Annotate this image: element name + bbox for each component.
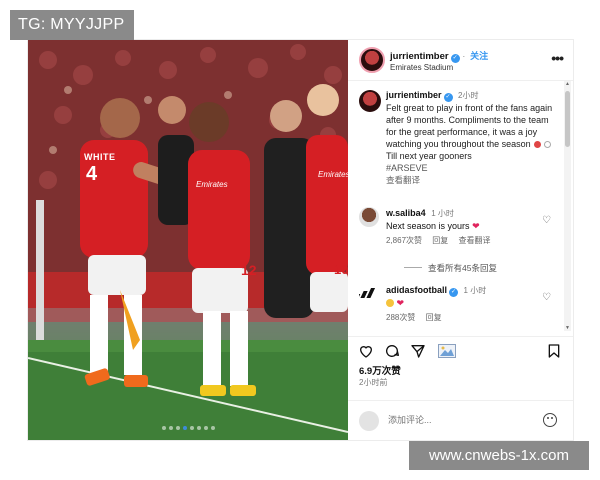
like-comment-heart-icon[interactable]: ♡ xyxy=(542,292,551,303)
carousel-dot[interactable] xyxy=(175,426,180,430)
heart-icon[interactable] xyxy=(358,343,374,359)
caption: jurrientimber ✓ 2小时 Felt great to play in… xyxy=(359,89,559,186)
adidas-logo-icon[interactable] xyxy=(359,286,377,298)
image-icon[interactable] xyxy=(438,344,456,358)
reply-button[interactable]: 回复 xyxy=(426,313,442,322)
red-heart-emoji-icon: ❤ xyxy=(472,221,480,231)
instagram-post-card: WHITE 4 Emirates 12 Emirates 10 jurrient… xyxy=(28,40,573,440)
jersey-number-mid: 12 xyxy=(241,262,257,278)
add-comment-bar xyxy=(348,400,573,441)
post-actions: 6.9万次赞 2小时前 xyxy=(348,336,573,397)
carousel-dot[interactable] xyxy=(189,426,194,430)
scroll-up-arrow-icon[interactable]: ▲ xyxy=(564,81,571,87)
carousel-dot[interactable] xyxy=(182,426,187,430)
post-header: jurrientimber ✓ · 关注 Emirates Stadium ••• xyxy=(348,40,573,81)
like-comment-heart-icon[interactable]: ♡ xyxy=(542,215,551,226)
sponsor-text: Emirates xyxy=(196,180,228,189)
jersey-name: WHITE xyxy=(84,152,116,162)
post-side-panel: jurrientimber ✓ · 关注 Emirates Stadium •••… xyxy=(348,40,573,440)
avatar[interactable] xyxy=(359,47,385,73)
verified-badge-icon: ✓ xyxy=(449,288,459,297)
red-heart-emoji-icon: ❤ xyxy=(396,298,405,308)
white-circle-emoji-icon xyxy=(543,141,551,148)
comment-username[interactable]: adidasfootball xyxy=(386,285,447,295)
header-username[interactable]: jurrientimber ✓ · 关注 xyxy=(390,49,488,63)
verified-badge-icon: ✓ xyxy=(443,93,453,102)
reply-button[interactable]: 回复 xyxy=(432,236,448,245)
bookmark-icon[interactable] xyxy=(546,343,562,359)
carousel-dots[interactable] xyxy=(28,426,348,430)
caption-text-line2: Till next year gooners xyxy=(386,151,472,161)
comments-scrollbar[interactable]: ▲ ▼ xyxy=(564,81,571,331)
watermark-top: TG: MYYJJPP xyxy=(10,10,134,40)
follow-button[interactable]: 关注 xyxy=(470,51,488,61)
comment-bubble-icon[interactable] xyxy=(384,343,400,359)
match-photo-illustration xyxy=(28,40,348,440)
comment-text: Next season is yours xyxy=(386,221,470,231)
view-all-replies-link[interactable]: 查看所有45条回复 xyxy=(404,262,554,274)
caption-time: 2小时 xyxy=(458,91,479,100)
comment-item: adidasfootball ✓ 1 小时 ❤ 288次赞 回复 ♡ xyxy=(359,284,559,324)
see-translation-link[interactable]: 查看翻译 xyxy=(459,236,491,245)
jersey-number-left: 4 xyxy=(86,163,98,185)
caption-text: Felt great to play in front of the fans … xyxy=(386,102,559,150)
see-translation-link[interactable]: 查看翻译 xyxy=(386,174,559,186)
likes-count[interactable]: 6.9万次赞 xyxy=(359,363,401,377)
caption-username[interactable]: jurrientimber xyxy=(386,90,442,100)
sponsor-text-right: Emirates xyxy=(318,170,348,179)
username-text[interactable]: jurrientimber xyxy=(390,51,449,62)
emoji-picker-icon[interactable] xyxy=(543,413,557,427)
carousel-dot[interactable] xyxy=(203,426,208,430)
watermark-bottom: www.cnwebs-1x.com xyxy=(409,441,589,470)
comment-time: 1 小时 xyxy=(463,286,487,295)
separator-dot: · xyxy=(462,51,466,62)
location-link[interactable]: Emirates Stadium xyxy=(390,63,453,72)
smiling-emoji-icon xyxy=(386,299,394,307)
avatar[interactable] xyxy=(359,207,379,227)
post-photo[interactable]: WHITE 4 Emirates 12 Emirates 10 xyxy=(28,40,348,440)
carousel-dot[interactable] xyxy=(196,426,201,430)
hashtag-link[interactable]: #ARSEVE xyxy=(386,162,559,174)
comment-username[interactable]: w.saliba4 xyxy=(386,208,426,218)
add-comment-input[interactable] xyxy=(388,415,528,425)
comment-time: 1 小时 xyxy=(431,209,454,218)
comment-likes[interactable]: 288次赞 xyxy=(386,313,415,322)
comments-list: jurrientimber ✓ 2小时 Felt great to play in… xyxy=(348,81,573,333)
scrollbar-thumb[interactable] xyxy=(565,91,570,147)
scroll-down-arrow-icon[interactable]: ▼ xyxy=(564,325,571,331)
avatar[interactable] xyxy=(359,90,381,112)
ellipsis-icon[interactable]: ••• xyxy=(551,50,564,66)
comment-item: w.saliba4 1 小时 Next season is yours ❤ 2,… xyxy=(359,207,559,247)
current-user-avatar xyxy=(359,411,379,431)
share-send-icon[interactable] xyxy=(410,343,426,359)
comment-meta: 2,867次赞 回复 查看翻译 xyxy=(386,235,559,247)
comment-meta: 288次赞 回复 xyxy=(386,312,559,324)
red-circle-emoji-icon xyxy=(533,141,541,148)
verified-badge-icon: ✓ xyxy=(450,54,460,63)
caption-text-body: Felt great to play in front of the fans … xyxy=(386,103,553,149)
posted-time: 2小时前 xyxy=(359,378,388,387)
comment-likes[interactable]: 2,867次赞 xyxy=(386,236,422,245)
carousel-dot[interactable] xyxy=(168,426,173,430)
carousel-dot[interactable] xyxy=(210,426,215,430)
carousel-dot[interactable] xyxy=(161,426,166,430)
jersey-number-right: 10 xyxy=(334,262,348,277)
